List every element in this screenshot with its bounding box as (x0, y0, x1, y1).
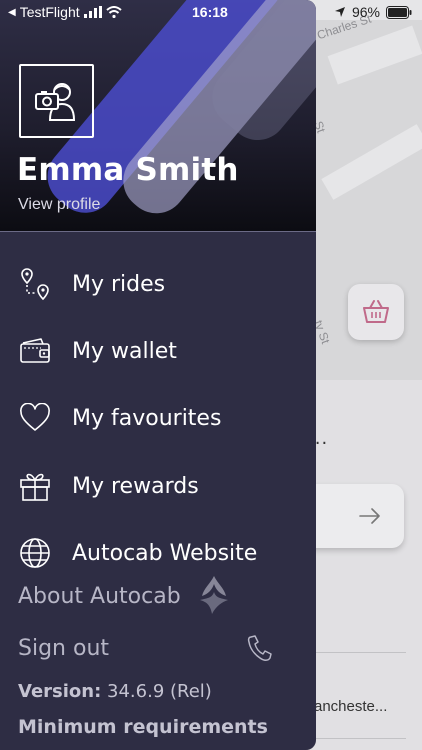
phone-icon[interactable] (246, 634, 272, 666)
menu-label: My favourites (72, 405, 222, 431)
menu-item-my-rewards[interactable]: My rewards (0, 458, 316, 514)
signal-icon (83, 6, 102, 18)
menu-label: My rewards (72, 473, 199, 499)
clock: 16:18 (192, 4, 228, 20)
location-arrow-icon (334, 7, 345, 17)
wifi-icon (105, 6, 122, 18)
menu-label: My wallet (72, 338, 177, 364)
basket-button[interactable] (348, 284, 404, 340)
version-value: 34.6.9 (Rel) (107, 681, 212, 702)
user-name: Emma Smith (17, 152, 239, 188)
profile-camera-icon (34, 83, 75, 121)
version-label: Version: (18, 681, 102, 702)
menu-label: My rides (72, 271, 166, 297)
header-divider (0, 231, 316, 232)
sign-out-link[interactable]: Sign out (18, 636, 109, 661)
avatar[interactable] (19, 64, 94, 138)
arrow-right-icon (359, 508, 380, 524)
status-right: 96% (334, 4, 412, 20)
version-info: Version: 34.6.9 (Rel) (18, 681, 212, 702)
menu-item-my-wallet[interactable]: My wallet (0, 323, 316, 379)
back-app-label: TestFlight (19, 4, 80, 20)
battery-icon (386, 5, 412, 19)
minimum-requirements-link[interactable]: Minimum requirements (18, 716, 268, 738)
gift-icon (18, 469, 52, 503)
globe-icon (18, 536, 52, 570)
route-pin-icon (18, 267, 52, 301)
drawer-header: Emma Smith View profile (0, 0, 316, 232)
heart-icon (18, 401, 52, 435)
menu-item-my-favourites[interactable]: My favourites (0, 390, 316, 446)
wallet-icon (18, 334, 52, 368)
navigation-drawer: Emma Smith View profile My rides My wall… (0, 0, 316, 750)
address-snippet: ancheste... (314, 698, 388, 715)
back-to-app[interactable]: ◀ TestFlight (8, 4, 122, 20)
view-profile-link[interactable]: View profile (18, 196, 100, 214)
menu-item-autocab-website[interactable]: Autocab Website (0, 525, 316, 581)
autocab-logo-icon (196, 574, 232, 620)
menu-item-my-rides[interactable]: My rides (0, 256, 316, 312)
back-triangle-icon: ◀ (8, 6, 16, 18)
about-autocab-link[interactable]: About Autocab (18, 584, 181, 609)
battery-percent: 96% (351, 4, 380, 20)
menu-label: Autocab Website (72, 540, 258, 566)
road (321, 124, 422, 200)
basket-icon (363, 300, 389, 323)
status-bar: ◀ TestFlight 16:18 96% (0, 0, 422, 24)
